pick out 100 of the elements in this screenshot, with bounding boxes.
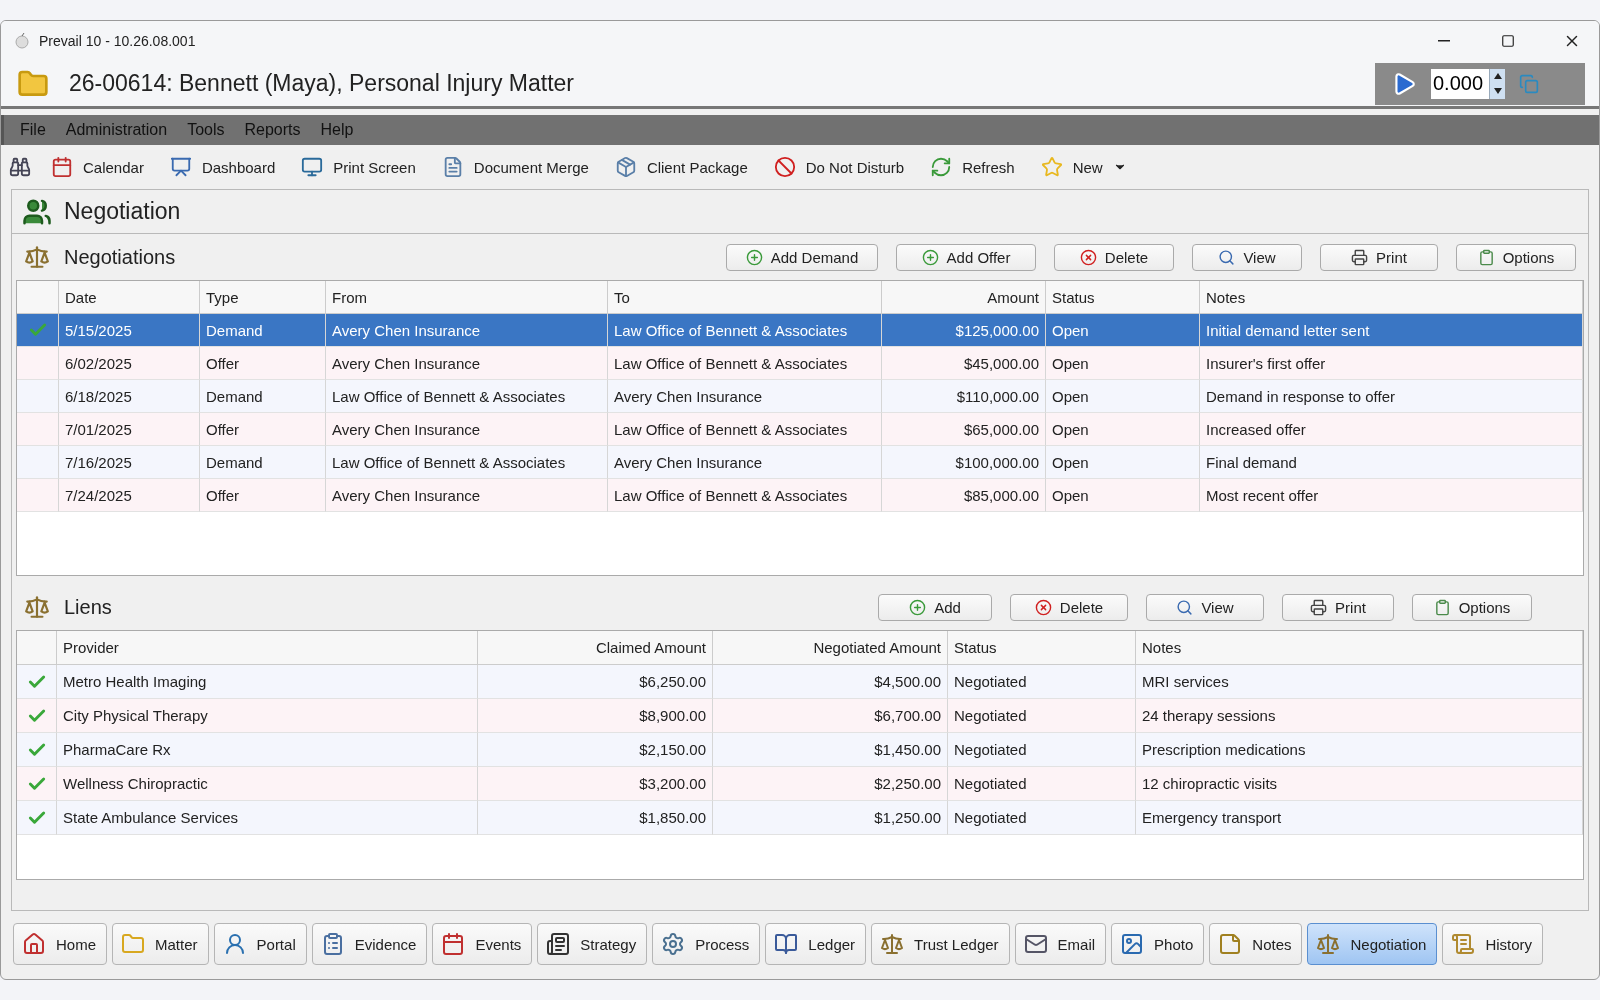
scales-icon bbox=[1316, 932, 1341, 956]
table-cell: $8,900.00 bbox=[478, 699, 713, 733]
column-header[interactable]: To bbox=[608, 281, 882, 314]
column-header[interactable]: Status bbox=[1046, 281, 1200, 314]
toolbar-button[interactable]: Calendar bbox=[45, 156, 150, 178]
table-cell: $6,700.00 bbox=[713, 699, 948, 733]
monitor-icon bbox=[301, 156, 324, 178]
column-header[interactable]: Date bbox=[59, 281, 200, 314]
module-tab[interactable]: Strategy bbox=[537, 923, 648, 965]
module-tab[interactable]: Ledger bbox=[765, 923, 867, 965]
table-cell: 7/16/2025 bbox=[59, 446, 200, 479]
column-header[interactable]: Notes bbox=[1200, 281, 1583, 314]
timer-spinner[interactable]: 0.000 bbox=[1431, 68, 1505, 99]
plus-icon bbox=[745, 248, 763, 266]
table-cell: Negotiated bbox=[948, 767, 1136, 801]
row-marker-cell[interactable] bbox=[17, 413, 59, 446]
column-header[interactable]: From bbox=[326, 281, 608, 314]
toolbar-button[interactable]: New bbox=[1034, 156, 1133, 178]
toolbar-button[interactable]: Refresh bbox=[924, 156, 1021, 178]
module-tab[interactable]: Home bbox=[13, 923, 107, 965]
table-cell: 12 chiropractic visits bbox=[1136, 767, 1583, 801]
action-button[interactable]: Add Demand bbox=[726, 243, 878, 271]
toolbar-button[interactable]: Do Not Disturb bbox=[767, 156, 911, 178]
menu-item[interactable]: File bbox=[10, 121, 56, 139]
column-header[interactable]: Amount bbox=[882, 281, 1046, 314]
search-icon bbox=[1218, 248, 1236, 266]
action-button[interactable]: Add Offer bbox=[896, 243, 1036, 271]
action-button[interactable]: View bbox=[1146, 593, 1264, 621]
action-button[interactable]: Add bbox=[878, 593, 992, 621]
column-header[interactable]: Claimed Amount bbox=[478, 631, 713, 665]
action-button[interactable]: Delete bbox=[1010, 593, 1128, 621]
column-header[interactable]: Status bbox=[948, 631, 1136, 665]
module-tab[interactable]: Notes bbox=[1209, 923, 1303, 965]
table-cell: $2,250.00 bbox=[713, 767, 948, 801]
table-cell: Law Office of Bennett & Associates bbox=[608, 479, 882, 512]
column-header[interactable]: Type bbox=[200, 281, 326, 314]
menu-item[interactable]: Help bbox=[310, 121, 364, 139]
table-cell: City Physical Therapy bbox=[57, 699, 478, 733]
page-title: Negotiation bbox=[64, 198, 181, 225]
action-button[interactable]: View bbox=[1192, 243, 1302, 271]
table-cell: Law Office of Bennett & Associates bbox=[608, 413, 882, 446]
module-tab[interactable]: Negotiation bbox=[1307, 923, 1438, 965]
notes-icon bbox=[1218, 932, 1243, 956]
table-cell: Offer bbox=[200, 347, 326, 380]
menu-item[interactable]: Reports bbox=[234, 121, 311, 139]
table-cell: 24 therapy sessions bbox=[1136, 699, 1583, 733]
module-tab[interactable]: Portal bbox=[213, 923, 307, 965]
table-cell: Open bbox=[1046, 380, 1200, 413]
row-marker-cell[interactable] bbox=[17, 767, 57, 801]
table-cell: Avery Chen Insurance bbox=[608, 380, 882, 413]
toolbar-button[interactable]: Document Merge bbox=[435, 156, 595, 178]
toolbar-button[interactable]: Dashboard bbox=[163, 156, 282, 178]
binoculars-icon[interactable] bbox=[9, 156, 31, 178]
module-tab[interactable]: Events bbox=[432, 923, 533, 965]
table-cell: Law Office of Bennett & Associates bbox=[326, 446, 608, 479]
module-tab[interactable]: Process bbox=[652, 923, 761, 965]
module-tab[interactable]: Matter bbox=[112, 923, 209, 965]
table-cell: Law Office of Bennett & Associates bbox=[608, 347, 882, 380]
book-icon bbox=[774, 932, 799, 956]
row-marker-cell[interactable] bbox=[17, 380, 59, 413]
row-marker-cell[interactable] bbox=[17, 801, 57, 835]
table-cell: MRI services bbox=[1136, 665, 1583, 699]
printer-icon bbox=[1351, 248, 1369, 266]
toolbar-button[interactable]: Print Screen bbox=[295, 156, 422, 178]
module-tab[interactable]: History bbox=[1442, 923, 1544, 965]
table-cell: Offer bbox=[200, 413, 326, 446]
menu-item[interactable]: Tools bbox=[177, 121, 235, 139]
table-cell: $65,000.00 bbox=[882, 413, 1046, 446]
row-marker-cell[interactable] bbox=[17, 479, 59, 512]
row-marker-cell[interactable] bbox=[17, 699, 57, 733]
row-marker-cell[interactable] bbox=[17, 446, 59, 479]
column-header[interactable]: Notes bbox=[1136, 631, 1583, 665]
table-cell: $45,000.00 bbox=[882, 347, 1046, 380]
action-button[interactable]: Options bbox=[1456, 243, 1576, 271]
row-marker-cell[interactable] bbox=[17, 733, 57, 767]
table-cell: Negotiated bbox=[948, 699, 1136, 733]
spinner-arrows[interactable] bbox=[1489, 68, 1505, 99]
row-marker-cell[interactable] bbox=[17, 314, 59, 347]
table-cell: Avery Chen Insurance bbox=[326, 347, 608, 380]
menu-item[interactable]: Administration bbox=[55, 121, 178, 139]
envelope-icon bbox=[1023, 932, 1048, 956]
module-tab[interactable]: Trust Ledger bbox=[871, 923, 1010, 965]
toolbar-button[interactable]: Client Package bbox=[608, 156, 754, 178]
action-button[interactable]: Delete bbox=[1054, 243, 1174, 271]
table-cell: Wellness Chiropractic bbox=[57, 767, 478, 801]
module-tab[interactable]: Email bbox=[1014, 923, 1107, 965]
module-tab[interactable]: Photo bbox=[1111, 923, 1205, 965]
row-marker-cell[interactable] bbox=[17, 665, 57, 699]
photo-icon bbox=[1120, 932, 1145, 956]
action-button[interactable]: Print bbox=[1282, 593, 1394, 621]
action-button[interactable]: Print bbox=[1320, 243, 1438, 271]
table-cell: Open bbox=[1046, 446, 1200, 479]
table-cell: Most recent offer bbox=[1200, 479, 1583, 512]
column-header[interactable]: Provider bbox=[57, 631, 478, 665]
table-cell: Avery Chen Insurance bbox=[326, 314, 608, 347]
column-header[interactable]: Negotiated Amount bbox=[713, 631, 948, 665]
row-marker-cell[interactable] bbox=[17, 347, 59, 380]
action-button[interactable]: Options bbox=[1412, 593, 1532, 621]
module-tab[interactable]: Evidence bbox=[311, 923, 428, 965]
table-cell: Negotiated bbox=[948, 733, 1136, 767]
